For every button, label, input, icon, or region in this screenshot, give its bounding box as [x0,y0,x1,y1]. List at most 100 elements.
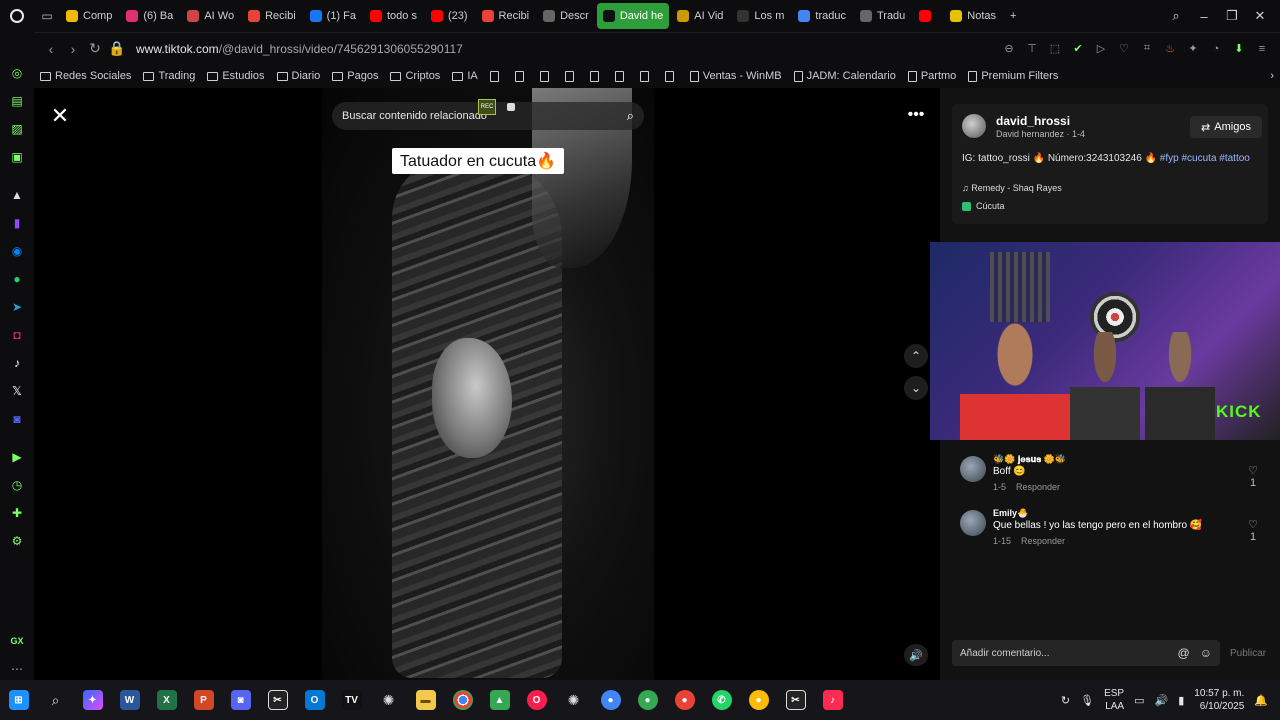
previous-video-icon[interactable]: ⌃ [904,344,928,368]
publish-button[interactable]: Publicar [1230,648,1266,659]
sync-icon[interactable]: ↻ [1061,694,1070,707]
word-icon[interactable]: W [111,680,148,720]
search-icon[interactable]: ⌕ [37,680,74,720]
hashtags[interactable]: #fyp #cucuta #tattoo [1160,153,1250,164]
settings-icon[interactable]: ⚙ [8,532,26,550]
tab-8[interactable]: Descr [537,3,595,29]
tab-2[interactable]: AI Wo [181,3,240,29]
play-icon[interactable]: ▷ [1091,37,1111,61]
bookmark-item[interactable] [659,70,684,82]
x-icon[interactable]: 𝕏 [8,382,26,400]
tab-12[interactable]: traduc [792,3,852,29]
video-player[interactable]: Buscar contenido relacionado ⌕ REC Tatua… [322,88,654,680]
bookmark-item[interactable]: Redes Sociales [34,70,137,82]
comment-like[interactable]: ♡ 1 [1248,464,1258,489]
shield-icon[interactable]: ✔ [1068,37,1088,61]
capcut-icon[interactable]: ✂ [259,680,296,720]
capcut-2-icon[interactable]: ✂ [777,680,814,720]
bookmark-item[interactable]: Partmo [902,70,962,82]
copilot-icon[interactable]: ✦ [74,680,111,720]
emoji-icon[interactable]: ☺ [1200,646,1212,660]
drive-icon[interactable]: ▲ [481,680,518,720]
bookmark-item[interactable] [634,70,659,82]
tab-9[interactable]: David he [596,3,670,29]
tab-11[interactable]: Los m [731,3,790,29]
reload-icon[interactable]: ↻ [84,38,106,60]
clock[interactable]: 10:57 p. m. 6/10/2025 [1194,687,1244,713]
whatsapp-icon[interactable]: ● [8,270,26,288]
tab-5[interactable]: todo s [364,3,423,29]
excel-icon[interactable]: X [148,680,185,720]
discord-icon[interactable]: ◙ [8,410,26,428]
forward-icon[interactable]: › [62,38,84,60]
bookmark-item[interactable] [584,70,609,82]
player-icon[interactable]: ▶ [8,448,26,466]
heart-icon[interactable]: ♡ [1248,464,1258,477]
next-video-icon[interactable]: ⌄ [904,376,928,400]
opera-gx-icon[interactable]: O [518,680,555,720]
extensions-icon[interactable]: ✚ [8,504,26,522]
chrome-icon[interactable] [444,680,481,720]
tab-4[interactable]: (1) Fa [304,3,362,29]
location-tag[interactable]: Cúcuta [962,201,1005,211]
tiktok-icon[interactable]: ♪ [8,354,26,372]
pip-icon[interactable] [507,103,515,111]
download-icon[interactable]: ⬇ [1229,37,1249,61]
reply-button[interactable]: Responder [1016,482,1060,492]
bookmark-item[interactable] [559,70,584,82]
bookmarks-overflow-icon[interactable]: › [1264,70,1280,82]
chatgpt-icon[interactable]: ✺ [370,680,407,720]
language-indicator[interactable]: ESP LAA [1104,687,1124,713]
zoom-out-icon[interactable]: ⊖ [999,37,1019,61]
close-icon[interactable]: ✕ [48,103,72,128]
tab-15[interactable]: Notas [944,3,1002,29]
comment-like[interactable]: ♡ 1 [1248,518,1258,543]
bookmark-item[interactable]: IA [446,70,483,82]
snapshot-icon[interactable]: ⬚ [1045,37,1065,61]
gx-cleaner-icon[interactable]: ▨ [8,120,26,138]
bookmark-item[interactable] [484,70,509,82]
commenter-name[interactable]: 🐝🌼 𝐣𝐞𝐬𝐮𝐬 🌼🐝 [993,454,1066,465]
new-tab-icon[interactable]: + [1004,3,1022,29]
commenter-avatar[interactable] [960,510,986,536]
rec-badge[interactable]: REC [478,99,496,115]
bookmark-item[interactable] [609,70,634,82]
close-window-icon[interactable]: ✕ [1248,4,1272,28]
pin-icon[interactable]: ⊤ [1022,37,1042,61]
menu-icon[interactable]: ≡ [1252,37,1272,61]
bookmark-item[interactable]: Ventas - WinMB [684,70,788,82]
instagram-icon[interactable]: ◘ [8,326,26,344]
battery-icon[interactable]: ▮ [1178,694,1184,707]
tradingview-icon[interactable]: TV [333,680,370,720]
stream-overlay[interactable]: KICK [930,242,1280,440]
profile-icon[interactable]: ◔ [1206,37,1226,61]
mention-icon[interactable]: @ [1178,646,1190,660]
opera-gx-logo[interactable] [0,0,34,32]
more-icon[interactable]: ⋯ [8,660,26,678]
chrome-profile-2-icon[interactable]: ● [629,680,666,720]
tab-1[interactable]: (6) Ba [120,3,179,29]
reply-button[interactable]: Responder [1021,536,1065,546]
telegram-icon[interactable]: ➤ [8,298,26,316]
tab-13[interactable]: Tradu [854,3,911,29]
search-icon[interactable]: ⌕ [627,108,634,124]
notifications-icon[interactable]: 🔔 [1254,694,1268,707]
more-options-icon[interactable]: ••• [904,106,928,126]
bookmark-item[interactable]: Premium Filters [962,70,1064,82]
bookmark-item[interactable]: Trading [137,70,201,82]
chrome-profile-3-icon[interactable]: ● [666,680,703,720]
workspace-icon[interactable]: ▣ [8,148,26,166]
discord-icon[interactable]: ◙ [222,680,259,720]
twitch-icon[interactable]: ▮ [8,214,26,232]
volume-icon[interactable]: 🔊 [904,644,928,666]
whatsapp-icon[interactable]: ✆ [703,680,740,720]
url-field[interactable]: www.tiktok.com/@david_hrossi/video/74562… [136,42,463,56]
chrome-profile-4-icon[interactable]: ● [740,680,777,720]
network-icon[interactable]: ▭ [1134,694,1144,707]
tab-6[interactable]: (23) [425,3,474,29]
bookmark-item[interactable]: JADM: Calendario [788,70,902,82]
code-icon[interactable]: ⌗ [1137,37,1157,61]
bookmark-item[interactable]: Diario [271,70,327,82]
bookmark-icon[interactable]: ♡ [1114,37,1134,61]
commenter-avatar[interactable] [960,456,986,482]
